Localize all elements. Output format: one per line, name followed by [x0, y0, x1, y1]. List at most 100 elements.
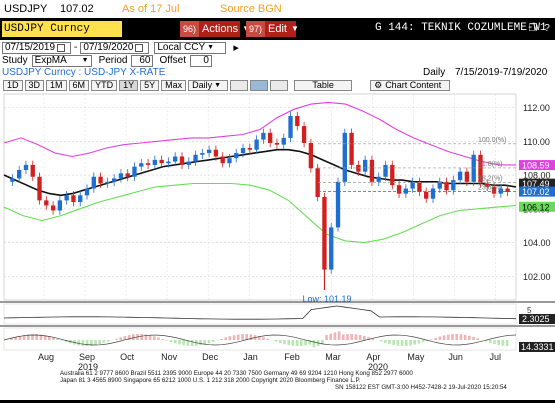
period-toolbar: 1D 3D 1M 6M YTD 1Y 5Y Max Daily▼ Table ⚙…	[0, 79, 555, 92]
oscillator-bar	[346, 334, 349, 340]
chart-subtitle-row: USDJPY Curncy : USD-JPY X-RATE Daily 7/1…	[0, 67, 555, 79]
start-date-field[interactable]: 07/15/2019	[2, 42, 71, 54]
candle-body	[119, 173, 123, 178]
oscillator-bar	[388, 340, 391, 344]
ticker-label: USDJPY	[4, 3, 54, 15]
oscillator-bar	[430, 339, 433, 340]
candle-body	[24, 165, 28, 170]
frequency-label: Daily	[423, 67, 445, 78]
oscillator-bar	[199, 340, 202, 345]
chart-content-label: Chart Content	[385, 81, 441, 90]
last-price: 107.02	[60, 3, 116, 15]
candle-body	[302, 126, 306, 143]
command-bar: USDJPY Curncy 96) Actions ▼ 97) Edit ▼ G…	[0, 18, 555, 40]
price-source: Source BGN	[220, 3, 282, 15]
period-tab[interactable]: 1M	[46, 80, 67, 91]
oscillator-bar	[355, 334, 358, 340]
candle-body	[336, 182, 340, 228]
candle-body	[139, 163, 143, 166]
candle-body	[397, 185, 401, 193]
candle-body	[241, 148, 245, 153]
calendar-icon[interactable]	[57, 44, 65, 52]
frequency-select[interactable]: Daily▼	[188, 80, 228, 91]
x-tick-label: Jul	[489, 352, 501, 362]
oscillator-bar	[61, 340, 64, 341]
candle-body	[112, 178, 116, 181]
as-of-date: As of 17 Jul	[122, 3, 214, 15]
oscillator-bar	[241, 334, 244, 340]
chevron-down-icon: ▼	[82, 56, 89, 66]
y-tick-label: 112.00	[523, 103, 550, 113]
fib-level-label: 61.8(%)	[478, 161, 503, 168]
oscillator-bar	[82, 340, 85, 346]
oscillator-bar	[359, 335, 362, 340]
footer-line-3: SN 158122 EST GMT-3:00 H452-7428-2 19-Ju…	[335, 384, 507, 391]
offset-input[interactable]: 0	[190, 55, 212, 67]
line-chart-icon[interactable]	[230, 80, 248, 91]
oscillator-bar	[493, 340, 496, 344]
y-tick-label: 110.00	[523, 137, 550, 147]
end-date-field[interactable]: 07/19/2020	[80, 42, 149, 54]
candle-body	[105, 182, 109, 184]
oscillator-bar	[418, 340, 421, 344]
candle-body	[288, 116, 292, 138]
candle-body	[349, 133, 353, 165]
last-value-tag-text: 107.02	[522, 187, 550, 197]
function-title: G 144: TEKNIK COZUMLEME-W1	[375, 22, 547, 34]
period-tab[interactable]: Max	[161, 80, 186, 91]
oscillator-bar	[220, 339, 223, 340]
study-select[interactable]: ExpMA▼	[32, 55, 92, 67]
panel2-frame	[4, 304, 516, 324]
calendar-icon[interactable]	[135, 44, 143, 52]
oscillator-bar	[384, 340, 387, 343]
candle-body	[261, 133, 265, 140]
actions-menu-button[interactable]: 96) Actions ▼	[180, 21, 240, 37]
candle-body	[383, 165, 387, 177]
period-tab[interactable]: 1D	[3, 80, 23, 91]
oscillator-bar	[409, 340, 412, 345]
y-tick-label: 102.00	[523, 272, 551, 282]
price-chart[interactable]: 102.00104.00106.00108.00110.00112.00 100…	[0, 92, 555, 400]
security-input[interactable]: USDJPY Curncy	[2, 21, 122, 37]
oscillator-bar	[296, 340, 299, 346]
oscillator-bar	[392, 340, 395, 345]
y-tick-label: 104.00	[523, 238, 551, 248]
candle-body	[193, 155, 197, 162]
candle-body	[17, 170, 21, 178]
oscillator-bar	[77, 340, 80, 345]
offset-label: Offset	[159, 55, 186, 66]
candle-body	[465, 172, 469, 182]
chart-svg: 102.00104.00106.00108.00110.00112.00 100…	[0, 92, 555, 400]
period-tab[interactable]: 3D	[25, 80, 45, 91]
edit-hotkey: 97)	[246, 21, 265, 37]
candle-body	[431, 189, 435, 199]
edit-menu-button[interactable]: 97) Edit ▼	[246, 21, 296, 37]
bar-chart-icon[interactable]	[270, 80, 288, 91]
candle-body	[221, 156, 225, 163]
oscillator-bar	[283, 340, 286, 344]
candle-body	[31, 165, 35, 177]
candle-body	[98, 177, 102, 184]
period-input[interactable]: 60	[131, 55, 153, 67]
chart-content-button[interactable]: ⚙Chart Content	[370, 80, 450, 91]
oscillator-bar	[266, 339, 269, 340]
x-tick-label: Mar	[325, 352, 341, 362]
table-button[interactable]: Table	[294, 80, 352, 91]
oscillator-bar	[464, 335, 467, 340]
restore-window-icon[interactable]: ❐	[528, 22, 538, 35]
period-tab[interactable]: 5Y	[140, 80, 159, 91]
oscillator-bar	[275, 340, 278, 342]
refresh-icon[interactable]: ▸	[233, 41, 239, 54]
period-tab-active[interactable]: 1Y	[119, 80, 138, 91]
chart-controls: 07/15/2019 - 07/19/2020 Local CCY▼ ▸ Stu…	[0, 40, 555, 67]
oscillator-bar	[476, 338, 479, 340]
currency-select[interactable]: Local CCY▼	[154, 42, 226, 54]
candle-chart-icon[interactable]	[250, 80, 268, 91]
oscillator-bar	[325, 335, 328, 340]
x-tick-label: Aug	[38, 352, 54, 362]
help-icon[interactable]: ?	[542, 22, 552, 35]
period-tab[interactable]: YTD	[91, 80, 117, 91]
candle-body	[92, 177, 96, 189]
period-tab[interactable]: 6M	[69, 80, 90, 91]
chevron-down-icon: ▼	[291, 21, 299, 37]
